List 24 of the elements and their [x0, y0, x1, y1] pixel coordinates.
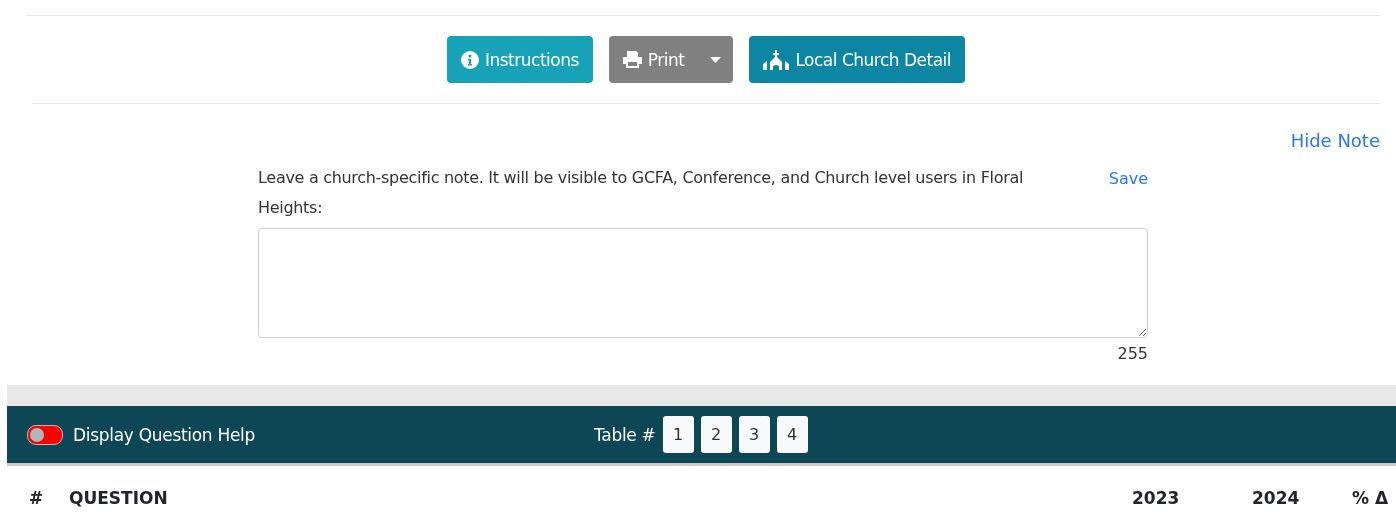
church-icon: [763, 49, 790, 70]
help-toggle[interactable]: [27, 424, 63, 445]
table-button[interactable]: 3: [738, 416, 770, 453]
help-label: Display Question Help: [73, 424, 255, 445]
column-header: 2023: [1132, 488, 1181, 508]
church-detail-button[interactable]: Local Church Detail: [749, 36, 966, 83]
table-button[interactable]: 4: [776, 416, 808, 453]
column-header: 2024: [1252, 488, 1301, 508]
table-button[interactable]: 2: [700, 416, 732, 453]
instructions-button[interactable]: Instructions: [446, 36, 593, 83]
character-count: 255: [1117, 344, 1148, 363]
table-label: Table #: [594, 424, 656, 445]
print-button[interactable]: Print: [608, 36, 703, 83]
info-icon: [460, 50, 479, 69]
save-link[interactable]: Save: [1108, 169, 1148, 188]
caret-icon: [710, 56, 722, 63]
column-header: QUESTION: [69, 488, 169, 508]
table-button[interactable]: 1: [662, 416, 694, 453]
note-prompt: Leave a church-specific note. It will be visible to GCFA, Conference, and Church level users in Floral Heights:: [258, 167, 1025, 219]
column-header: % Δ: [1352, 488, 1390, 508]
dropdown-toggle[interactable]: [702, 36, 734, 83]
printer-icon: [622, 51, 642, 68]
column-header: #: [29, 488, 45, 508]
hide-note-link[interactable]: Hide Note: [1290, 130, 1380, 151]
